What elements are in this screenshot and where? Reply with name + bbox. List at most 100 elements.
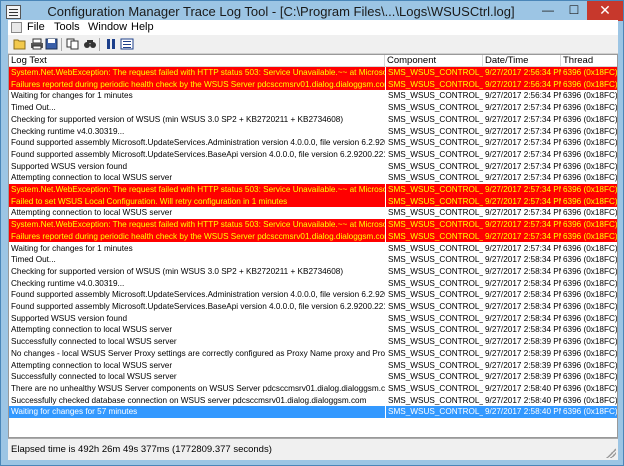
document-icon[interactable] <box>11 22 22 33</box>
print-icon[interactable] <box>29 37 44 51</box>
cell-datetime: 9/27/2017 2:58:40 PM <box>485 395 561 405</box>
cell-component: SMS_WSUS_CONTROL_MA <box>385 406 483 418</box>
table-row[interactable]: Attempting connection to local WSUS serv… <box>9 359 617 372</box>
cell-datetime: 9/27/2017 2:57:34 PM <box>485 231 561 241</box>
column-header-component[interactable]: Component <box>385 55 483 67</box>
toolbar-separator <box>99 38 100 51</box>
maximize-button[interactable]: ☐ <box>561 1 587 21</box>
cell-datetime: 9/27/2017 2:57:34 PM <box>485 126 561 136</box>
resize-grip[interactable] <box>606 448 616 458</box>
cell-thread: 6396 (0x18FC) <box>563 278 617 288</box>
table-row[interactable]: Successfully connected to local WSUS ser… <box>9 336 617 348</box>
column-header-thread[interactable]: Thread <box>561 55 617 67</box>
cell-datetime: 9/27/2017 2:58:34 PM <box>485 290 561 300</box>
cell-thread: 6396 (0x18FC) <box>563 196 617 206</box>
table-row[interactable]: Waiting for changes for 57 minutes SMS_WS… <box>9 406 617 418</box>
table-row[interactable]: Waiting for changes for 1 minutes SMS_WSU… <box>9 242 617 255</box>
cell-component: SMS_WSUS_CONTROL_MA <box>385 78 483 91</box>
table-row[interactable]: System.Net.WebException: The request fai… <box>9 184 617 196</box>
table-row[interactable]: Found supported assembly Microsoft.Updat… <box>9 289 617 301</box>
cell-thread: 6396 (0x18FC) <box>563 266 617 276</box>
cell-datetime: 9/27/2017 2:58:39 PM <box>485 360 561 370</box>
table-row[interactable]: Checking runtime v4.0.30319... SMS_WSUS_C… <box>9 277 617 290</box>
minimize-button[interactable]: — <box>535 1 561 21</box>
cell-datetime: 9/27/2017 2:57:34 PM <box>485 149 561 159</box>
cell-component: SMS_WSUS_CONTROL_MA <box>385 67 483 79</box>
cell-thread: 6396 (0x18FC) <box>563 395 617 405</box>
open-folder-icon[interactable] <box>12 37 27 51</box>
cell-log-text: Attempting connection to local WSUS serv… <box>11 360 173 370</box>
table-row[interactable]: Failures reported during periodic health… <box>9 230 617 243</box>
table-row[interactable]: Successfully checked database connection… <box>9 394 617 407</box>
table-row[interactable]: Checking for supported version of WSUS (… <box>9 113 617 126</box>
cell-component: SMS_WSUS_CONTROL_MA <box>385 230 483 243</box>
cell-datetime: 9/27/2017 2:57:34 PM <box>485 173 561 183</box>
table-row[interactable]: Timed Out... SMS_WSUS_CONTROL_MA9/27/2017… <box>9 102 617 114</box>
table-row[interactable]: Failed to set WSUS Local Configuration. … <box>9 195 617 208</box>
cell-component: SMS_WSUS_CONTROL_MA <box>385 242 483 255</box>
save-icon[interactable] <box>44 37 59 51</box>
table-row[interactable]: System.Net.WebException: The request fai… <box>9 219 617 231</box>
cell-datetime: 9/27/2017 2:58:39 PM <box>485 337 561 347</box>
table-row[interactable]: Successfully connected to local WSUS ser… <box>9 371 617 383</box>
cell-log-text: Waiting for changes for 1 minutes <box>11 243 133 253</box>
cell-log-text: System.Net.WebException: The request fai… <box>11 68 385 77</box>
table-row[interactable]: Found supported assembly Microsoft.Updat… <box>9 137 617 149</box>
menu-window[interactable]: Window <box>88 21 127 33</box>
table-row[interactable]: Checking runtime v4.0.30319... SMS_WSUS_C… <box>9 125 617 138</box>
cell-component: SMS_WSUS_CONTROL_MA <box>385 125 483 138</box>
table-row[interactable]: No changes - local WSUS Server Proxy set… <box>9 347 617 360</box>
table-row[interactable]: Found supported assembly Microsoft.Updat… <box>9 301 617 313</box>
cell-datetime: 9/27/2017 2:57:34 PM <box>485 103 561 113</box>
cell-log-text: Found supported assembly Microsoft.Updat… <box>11 149 385 159</box>
table-row[interactable]: Found supported assembly Microsoft.Updat… <box>9 148 617 161</box>
close-button[interactable]: ✕ <box>587 1 623 21</box>
cell-thread: 6396 (0x18FC) <box>563 337 617 347</box>
table-row[interactable]: There are no unhealthy WSUS Server compo… <box>9 382 617 395</box>
table-row[interactable]: Attempting connection to local WSUS serv… <box>9 324 617 337</box>
cell-log-text: Timed Out... <box>11 103 56 113</box>
cell-thread: 6396 (0x18FC) <box>563 360 617 370</box>
status-text: Elapsed time is 492h 26m 49s 377ms (1772… <box>11 444 272 455</box>
table-row[interactable]: Checking for supported version of WSUS (… <box>9 265 617 278</box>
cell-datetime: 9/27/2017 2:57:34 PM <box>485 208 561 218</box>
cell-datetime: 9/27/2017 2:58:40 PM <box>485 407 561 417</box>
cell-datetime: 9/27/2017 2:58:34 PM <box>485 302 561 311</box>
pause-icon[interactable] <box>103 37 118 51</box>
cell-thread: 6396 (0x18FC) <box>563 255 617 265</box>
cell-log-text: Checking for supported version of WSUS (… <box>11 114 344 124</box>
status-bar: Elapsed time is 492h 26m 49s 377ms (1772… <box>8 438 618 460</box>
toolbar-separator <box>61 38 62 51</box>
cell-log-text: Checking runtime v4.0.30319... <box>11 126 125 136</box>
cell-datetime: 9/27/2017 2:56:34 PM <box>485 91 561 101</box>
log-grid[interactable]: Log Text Component Date/Time Thread Syst… <box>8 54 618 438</box>
table-row[interactable]: Attempting connection to local WSUS serv… <box>9 172 617 184</box>
copy-icon[interactable] <box>65 37 80 51</box>
table-row[interactable]: Failures reported during periodic health… <box>9 78 617 91</box>
cell-component: SMS_WSUS_CONTROL_MA <box>385 289 483 301</box>
cell-thread: 6396 (0x18FC) <box>563 290 617 300</box>
cell-datetime: 9/27/2017 2:58:34 PM <box>485 266 561 276</box>
filter-icon[interactable] <box>119 37 134 51</box>
cell-datetime: 9/27/2017 2:58:34 PM <box>485 255 561 265</box>
cell-component: SMS_WSUS_CONTROL_MA <box>385 102 483 114</box>
table-row[interactable]: Supported WSUS version found SMS_WSUS_CON… <box>9 312 617 325</box>
cell-component: SMS_WSUS_CONTROL_MA <box>385 371 483 383</box>
cell-thread: 6396 (0x18FC) <box>563 79 617 89</box>
find-icon[interactable] <box>82 37 97 51</box>
column-header-datetime[interactable]: Date/Time <box>483 55 561 67</box>
column-header-log-text[interactable]: Log Text <box>9 55 385 67</box>
table-row[interactable]: System.Net.WebException: The request fai… <box>9 67 617 79</box>
cell-log-text: Successfully connected to local WSUS ser… <box>11 372 177 382</box>
table-row[interactable]: Supported WSUS version found SMS_WSUS_CON… <box>9 160 617 173</box>
menu-help[interactable]: Help <box>131 21 154 33</box>
table-row[interactable]: Waiting for changes for 1 minutes SMS_WSU… <box>9 90 617 103</box>
menu-tools[interactable]: Tools <box>54 21 80 33</box>
cell-datetime: 9/27/2017 2:57:34 PM <box>485 185 561 194</box>
table-row[interactable]: Timed Out... SMS_WSUS_CONTROL_MA9/27/2017… <box>9 254 617 266</box>
cell-log-text: System.Net.WebException: The request fai… <box>11 185 385 194</box>
cell-thread: 6396 (0x18FC) <box>563 208 617 218</box>
table-row[interactable]: Attempting connection to local WSUS serv… <box>9 207 617 220</box>
cell-component: SMS_WSUS_CONTROL_MA <box>385 172 483 184</box>
menu-file[interactable]: File <box>27 21 45 33</box>
